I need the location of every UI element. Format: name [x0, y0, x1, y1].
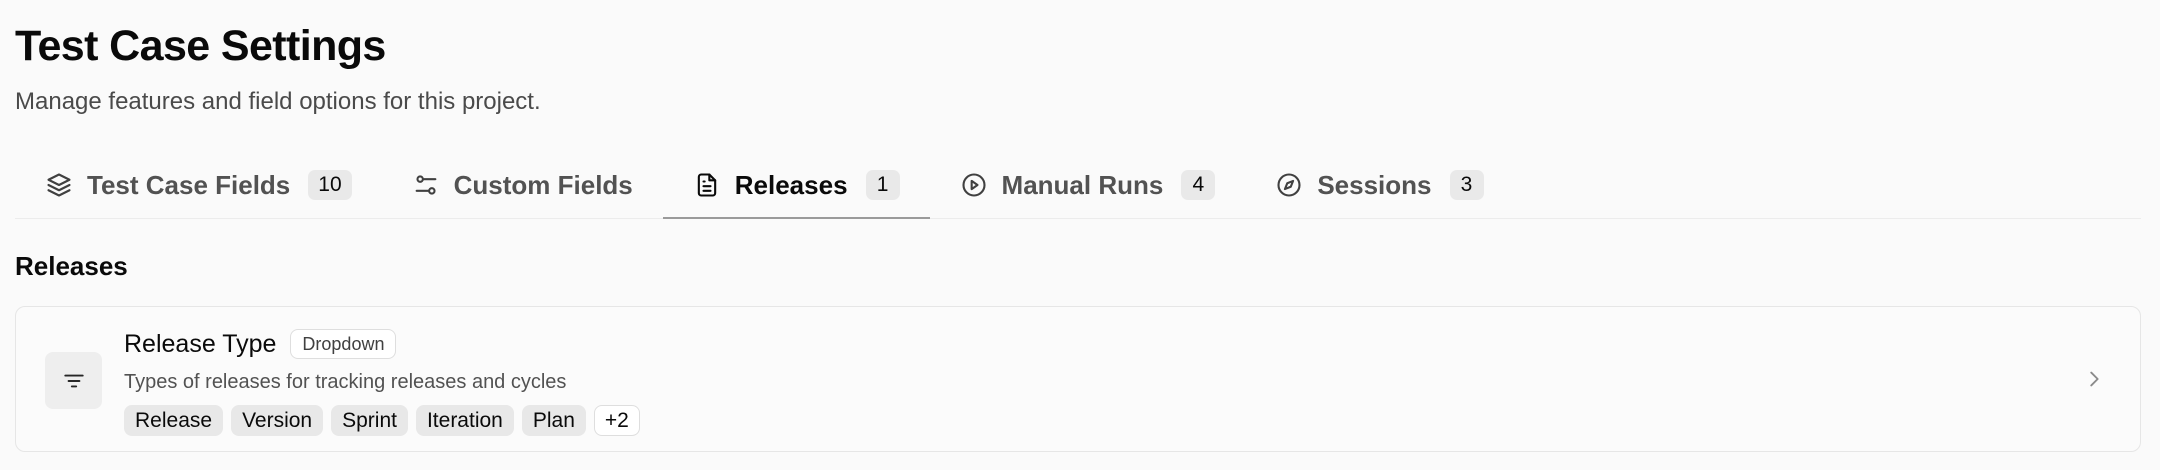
tab-manual-runs[interactable]: Manual Runs 4: [930, 153, 1246, 219]
field-card-release-type[interactable]: Release Type Dropdown Types of releases …: [15, 306, 2141, 452]
page-title: Test Case Settings: [15, 22, 386, 70]
chevron-right-icon: [2082, 367, 2106, 391]
option-chip: Release: [124, 405, 224, 436]
tab-label: Sessions: [1317, 169, 1432, 200]
page-subtitle: Manage features and field options for th…: [15, 88, 541, 115]
play-circle-icon: [960, 171, 988, 199]
more-options-badge: +2: [593, 405, 640, 436]
layers-icon: [45, 171, 73, 199]
section-title: Releases: [15, 251, 128, 281]
field-name: Release Type: [124, 329, 277, 358]
field-card-body: Release Type Dropdown Types of releases …: [124, 327, 640, 436]
tab-test-case-fields[interactable]: Test Case Fields 10: [15, 153, 382, 219]
tab-sessions[interactable]: Sessions 3: [1245, 153, 1513, 219]
option-chip: Version: [231, 405, 324, 436]
tab-count-badge: 3: [1449, 170, 1484, 200]
settings-page: Test Case Settings Manage features and f…: [0, 0, 2160, 470]
filter-lines-icon: [45, 352, 102, 409]
sliders-icon: [412, 171, 440, 199]
tab-count-badge: 10: [308, 170, 352, 200]
tab-label: Releases: [734, 169, 848, 200]
field-title-row: Release Type Dropdown: [124, 327, 640, 361]
compass-icon: [1275, 171, 1303, 199]
document-icon: [693, 171, 721, 199]
field-options: Release Version Sprint Iteration Plan +2: [124, 405, 640, 436]
tab-label: Manual Runs: [1001, 169, 1164, 200]
option-chip: Sprint: [331, 405, 408, 436]
tab-count-badge: 4: [1181, 170, 1216, 200]
option-chip: Plan: [521, 405, 586, 436]
field-type-badge: Dropdown: [290, 329, 397, 359]
tab-label: Test Case Fields: [87, 169, 291, 200]
tab-custom-fields[interactable]: Custom Fields: [382, 153, 663, 219]
tab-releases[interactable]: Releases 1: [662, 153, 930, 219]
option-chip: Iteration: [415, 405, 514, 436]
tab-count-badge: 1: [865, 170, 900, 200]
tab-label: Custom Fields: [453, 169, 633, 200]
settings-tabs: Test Case Fields 10 Custom Fields Releas…: [15, 148, 2141, 219]
field-description: Types of releases for tracking releases …: [124, 371, 567, 393]
